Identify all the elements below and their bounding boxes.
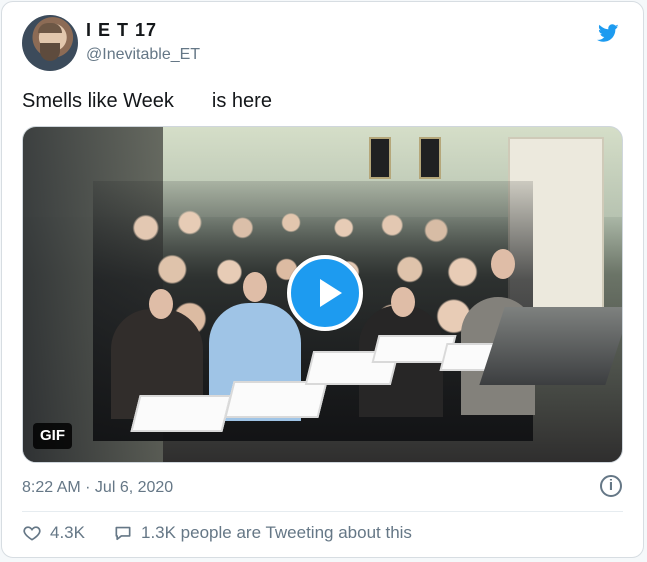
speech-bubble-icon — [115, 526, 131, 541]
avatar-hair — [38, 23, 62, 33]
wall-picture — [419, 137, 441, 179]
likes-count: 4.3K — [50, 523, 85, 542]
play-icon — [320, 279, 342, 307]
likes-action[interactable]: 4.3K — [22, 523, 85, 543]
tweet-text-part2: is here — [211, 90, 272, 112]
gif-media[interactable]: GIF — [22, 126, 623, 463]
comments-text: 1.3K people are Tweeting about this — [140, 523, 412, 542]
gif-badge: GIF — [33, 423, 72, 449]
podium — [479, 307, 622, 385]
person-face — [391, 287, 415, 317]
person-face — [243, 272, 267, 302]
tweet-divider — [22, 511, 623, 512]
avatar-beard — [40, 43, 60, 61]
tweet-card: I E T 17 @Inevitable_ET Smells like Week… — [1, 1, 644, 558]
person-face — [491, 249, 515, 279]
twitter-bird-icon — [597, 24, 619, 42]
user-handle[interactable]: @Inevitable_ET — [86, 46, 200, 64]
person-face — [149, 289, 173, 319]
heart-icon — [23, 526, 41, 541]
tweet-timestamp[interactable]: 8:22 AM · Jul 6, 2020 — [22, 479, 173, 497]
tweet-actions: 4.3K 1.3K people are Tweeting about this — [22, 523, 412, 543]
wall-picture — [369, 137, 391, 179]
score-board — [224, 381, 328, 418]
tweet-text: Smells like Week is here — [22, 90, 272, 113]
play-button[interactable] — [287, 255, 363, 331]
score-board — [130, 395, 232, 432]
tweet-text-part1: Smells like Week — [22, 90, 174, 112]
display-name[interactable]: I E T 17 — [86, 20, 157, 41]
info-icon[interactable]: i — [600, 475, 622, 497]
avatar[interactable] — [22, 15, 78, 71]
comments-action[interactable]: 1.3K people are Tweeting about this — [113, 523, 412, 543]
